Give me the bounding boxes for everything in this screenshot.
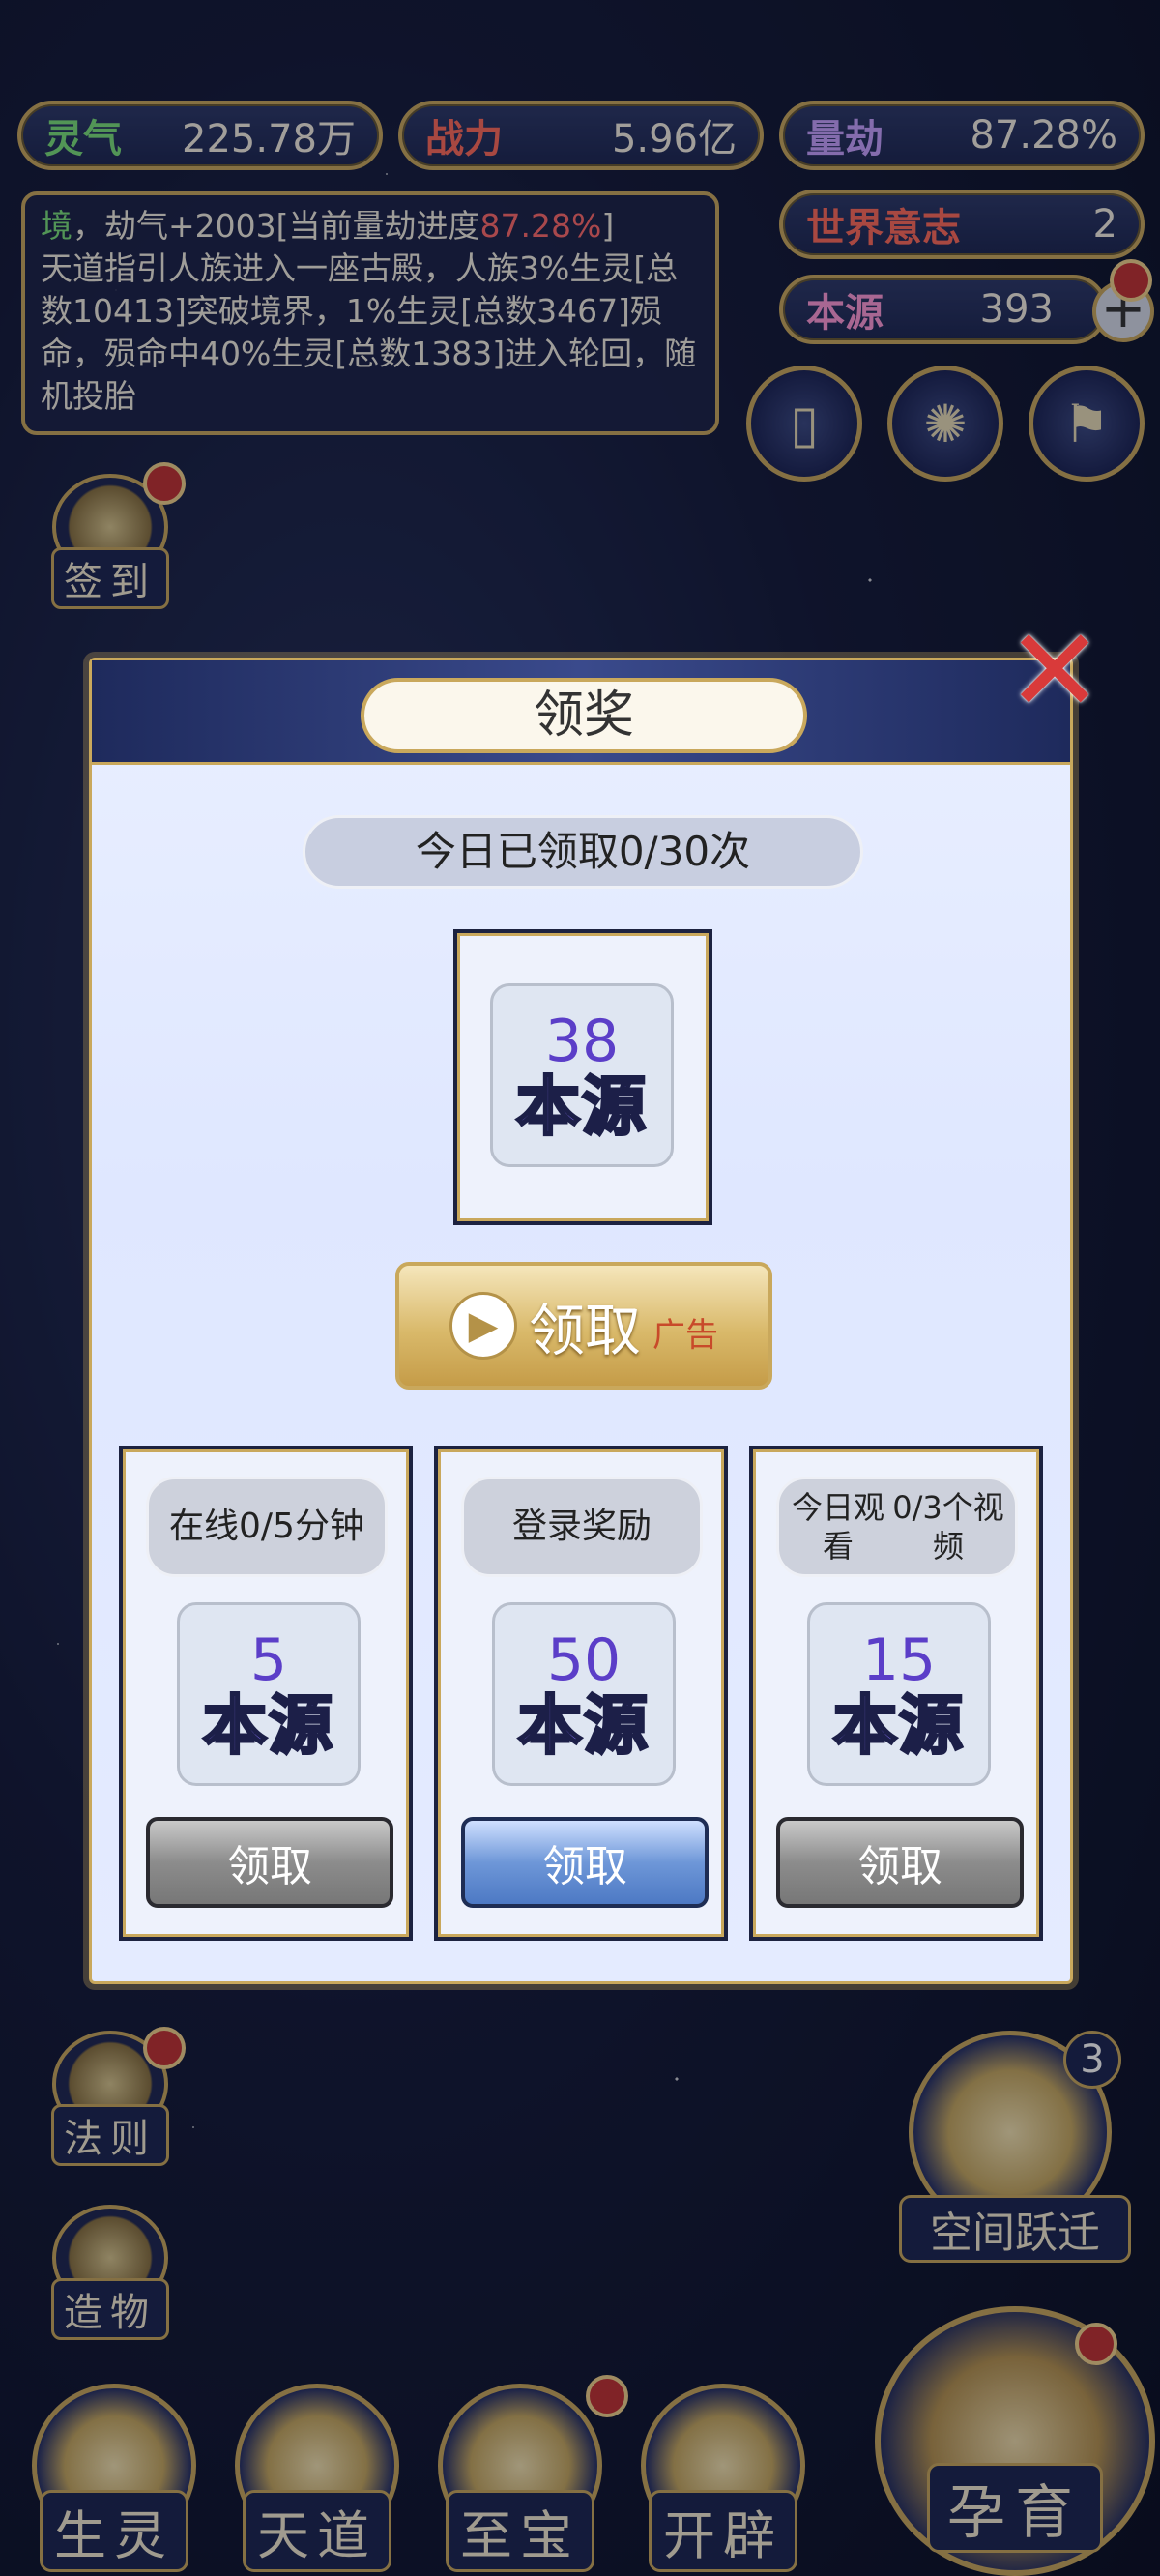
task-login-claim-button[interactable]: 领取 [461, 1817, 709, 1908]
main-reward-tile: 38 本源 [490, 983, 674, 1167]
main-reward-amount: 38 [544, 1008, 620, 1075]
task-login-reward: 50 本源 [492, 1602, 676, 1786]
play-video-icon: ▶ [449, 1292, 517, 1360]
task-card-video: 今日观看 0/3个视频 15 本源 领取 [749, 1446, 1043, 1941]
ad-claim-button[interactable]: ▶ 领取 广告 [395, 1262, 772, 1390]
daily-claim-count: 今日已领取0/30次 [303, 815, 863, 889]
task-video-unit: 本源 [832, 1688, 965, 1763]
task-video-reward: 15 本源 [807, 1602, 991, 1786]
task-video-title: 今日观看 0/3个视频 [776, 1477, 1018, 1577]
task-online-amount: 5 [249, 1626, 288, 1694]
ad-tag: 广告 [652, 1315, 718, 1355]
close-icon[interactable]: ✕ [1001, 614, 1108, 730]
main-reward-unit: 本源 [515, 1069, 648, 1144]
task-online-unit: 本源 [202, 1688, 334, 1763]
task-card-login: 登录奖励 50 本源 领取 [434, 1446, 728, 1941]
task-online-title: 在线0/5分钟 [146, 1477, 388, 1577]
task-video-claim-button[interactable]: 领取 [776, 1817, 1024, 1908]
reward-modal: 领奖 今日已领取0/30次 38 本源 ▶ 领取 广告 在线0/5分钟 5 本源… [89, 658, 1073, 1984]
main-reward-card: 38 本源 [453, 929, 712, 1225]
task-login-title: 登录奖励 [461, 1477, 703, 1577]
task-online-reward: 5 本源 [177, 1602, 361, 1786]
task-video-amount: 15 [861, 1626, 937, 1694]
task-online-claim-button[interactable]: 领取 [146, 1817, 393, 1908]
task-card-online: 在线0/5分钟 5 本源 领取 [119, 1446, 413, 1941]
modal-title: 领奖 [361, 678, 807, 753]
task-video-title-line1: 今日观看 [791, 1489, 884, 1565]
task-login-unit: 本源 [517, 1688, 650, 1763]
task-video-title-line2: 0/3个视频 [892, 1489, 1004, 1565]
ad-claim-label: 领取 [528, 1298, 641, 1363]
task-login-amount: 50 [546, 1626, 622, 1694]
